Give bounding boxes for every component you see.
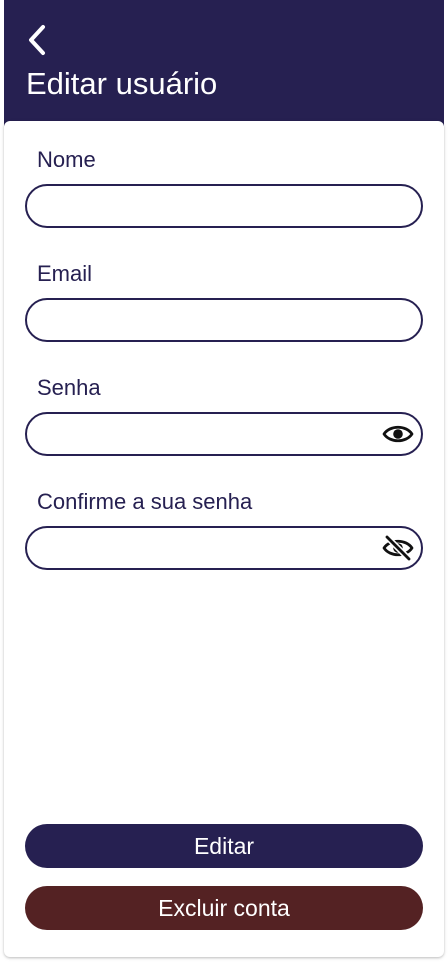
back-button[interactable] (20, 22, 54, 58)
confirm-password-label: Confirme a sua senha (37, 489, 253, 514)
password-label: Senha (37, 375, 101, 400)
password-visibility-toggle[interactable] (381, 419, 415, 449)
confirm-password-input[interactable] (25, 526, 423, 570)
page-title: Editar usuário (26, 66, 218, 101)
name-label: Nome (37, 147, 96, 172)
confirm-password-visibility-toggle[interactable] (381, 533, 415, 563)
chevron-left-icon (29, 25, 45, 55)
password-input[interactable] (25, 412, 423, 456)
name-input[interactable] (25, 184, 423, 228)
edit-button[interactable]: Editar (25, 824, 423, 868)
email-label: Email (37, 261, 93, 286)
email-input[interactable] (25, 298, 423, 342)
delete-account-button[interactable]: Excluir conta (25, 886, 423, 930)
eye-icon (382, 425, 414, 443)
form-card: Nome Email Senha Confirme a sua senha Ed… (4, 121, 444, 957)
eye-off-icon (382, 535, 414, 561)
app-header: Editar usuário (4, 0, 444, 140)
